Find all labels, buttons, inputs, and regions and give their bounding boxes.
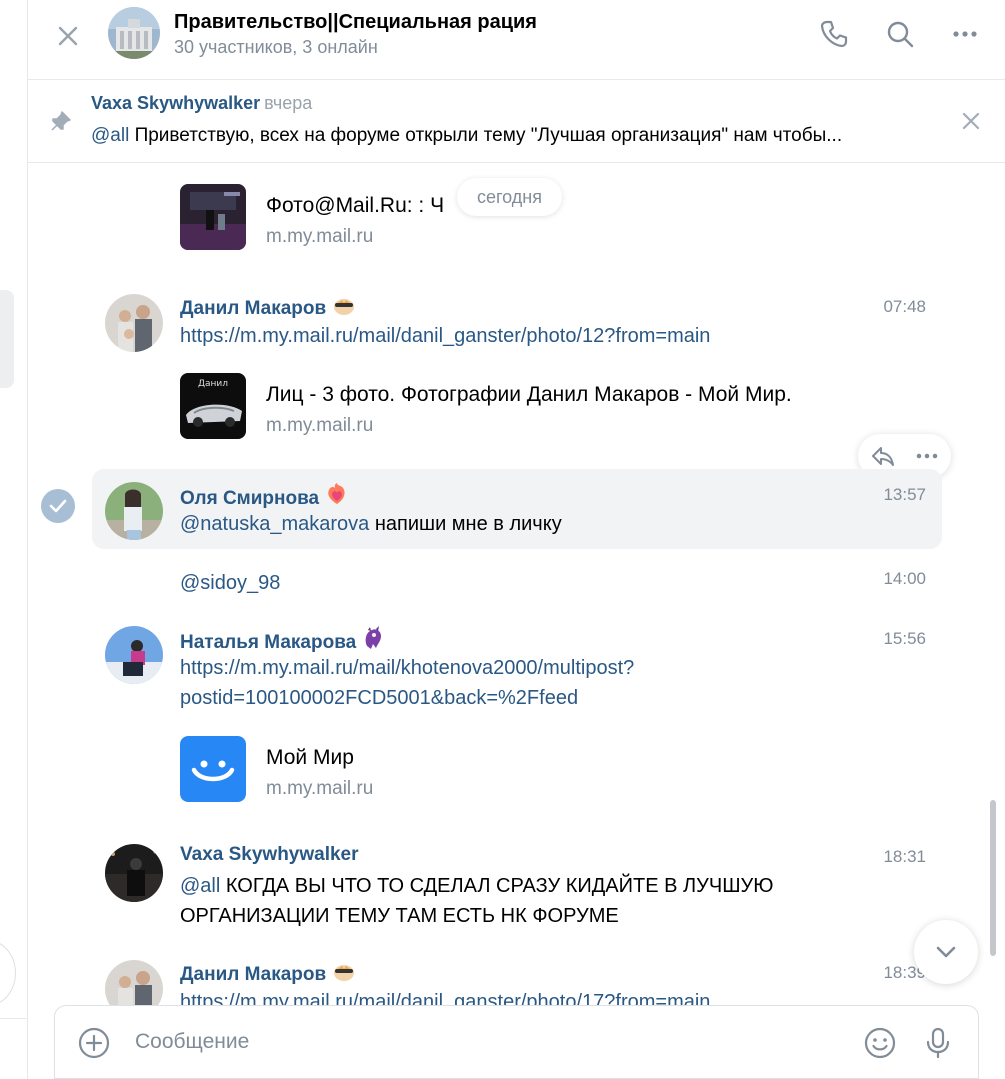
message-link[interactable]: https://m.my.mail.ru/mail/danil_ganster/… <box>180 987 710 1006</box>
pinned-message[interactable]: Vaxa Skywhywalker вчера @all Приветствую,… <box>28 81 1005 163</box>
message-author[interactable]: Данил Макаров <box>180 294 356 322</box>
avatar[interactable] <box>105 844 163 902</box>
pinned-body: Приветствую, всех на форуме открыли тему… <box>129 125 843 146</box>
left-panel-tab[interactable] <box>0 290 14 388</box>
message-body: КОГДА ВЫ ЧТО ТО СДЕЛАЛ СРАЗУ КИДАЙТЕ В Л… <box>220 875 774 897</box>
chat-avatar[interactable] <box>108 7 160 59</box>
message-text: @all КОГДА ВЫ ЧТО ТО СДЕЛАЛ СРАЗУ КИДАЙТ… <box>180 871 773 931</box>
link-line[interactable]: postid=100100002FCD5001&back=%2Ffeed <box>180 683 634 713</box>
left-panel-edge <box>0 0 28 1079</box>
message-time: 14:00 <box>883 569 926 588</box>
message-time: 18:31 <box>883 847 926 866</box>
scrollbar[interactable] <box>990 800 996 956</box>
author-name[interactable]: Данил Макаров <box>180 298 326 319</box>
date-divider: сегодня <box>457 178 562 216</box>
heart-fire-emoji-icon <box>325 482 349 512</box>
link-preview-domain: m.my.mail.ru <box>266 778 374 799</box>
more-icon[interactable] <box>949 18 981 50</box>
message-time: 07:48 <box>883 297 926 316</box>
message-time: 15:56 <box>883 629 926 648</box>
message-author[interactable]: Оля Смирнова <box>180 482 349 512</box>
chat-window: Правительство||Специальная рация 30 учас… <box>28 0 1005 1079</box>
link-preview-title: Лиц - 3 фото. Фотографии Данил Макаров -… <box>266 383 792 406</box>
chat-title[interactable]: Правительство||Специальная рация <box>174 11 537 34</box>
scroll-down-button[interactable] <box>914 920 978 984</box>
message-line: @all КОГДА ВЫ ЧТО ТО СДЕЛАЛ СРАЗУ КИДАЙТ… <box>180 871 773 901</box>
message-line: ОРГАНИЗАЦИИ ТЕМУ ТАМ ЕСТЬ НК ФОРУМЕ <box>180 905 619 927</box>
message-author[interactable]: Наталья Макарова <box>180 626 384 656</box>
message-input[interactable]: Сообщение <box>135 1030 249 1054</box>
avatar[interactable] <box>105 960 163 1006</box>
chevron-down-icon <box>936 946 956 958</box>
message-composer: Сообщение <box>54 1005 979 1079</box>
mention[interactable]: @all <box>180 875 220 897</box>
mention[interactable]: @all <box>91 125 129 146</box>
message-text: @natuska_makarova напиши мне в личку <box>180 509 562 539</box>
mention[interactable]: @sidoy_98 <box>180 568 280 598</box>
pin-icon <box>50 110 72 137</box>
author-name[interactable]: Оля Смирнова <box>180 488 319 509</box>
left-panel-button[interactable] <box>0 940 16 1006</box>
cool-face-emoji-icon <box>332 960 356 988</box>
chat-header: Правительство||Специальная рация 30 учас… <box>28 0 1005 80</box>
author-name[interactable]: Данил Макаров <box>180 964 326 985</box>
close-icon[interactable] <box>960 110 982 132</box>
divider <box>0 1018 28 1019</box>
link-line[interactable]: https://m.my.mail.ru/mail/khotenova2000/… <box>180 653 634 683</box>
message-author[interactable]: Vaxa Skywhywalker <box>180 844 359 866</box>
link-preview-thumbnail <box>180 736 246 802</box>
message-author[interactable]: Данил Макаров <box>180 960 356 988</box>
author-name[interactable]: Наталья Макарова <box>180 632 356 653</box>
pinned-text: @all Приветствую, всех на форуме открыли… <box>91 125 947 147</box>
check-icon[interactable] <box>41 489 75 523</box>
smile-icon[interactable] <box>863 1026 897 1060</box>
message-feed: Фото@Mail.Ru: : Ч m.my.mail.ru сегодня Д… <box>28 164 1005 1006</box>
phone-icon[interactable] <box>818 18 850 50</box>
message-link[interactable]: https://m.my.mail.ru/mail/danil_ganster/… <box>180 321 710 351</box>
message-link[interactable]: https://m.my.mail.ru/mail/khotenova2000/… <box>180 653 634 713</box>
pinned-author-name: Vaxa Skywhywalker <box>91 93 261 113</box>
avatar[interactable] <box>105 626 163 684</box>
mention[interactable]: @natuska_makarova <box>180 513 369 535</box>
plus-circle-icon[interactable] <box>77 1026 111 1060</box>
search-icon[interactable] <box>884 18 916 50</box>
pinned-author: Vaxa Skywhywalker вчера <box>91 93 312 114</box>
avatar[interactable] <box>105 482 163 540</box>
link-preview-domain: m.my.mail.ru <box>266 226 374 247</box>
message-body: напиши мне в личку <box>369 513 562 535</box>
link-preview-title: Фото@Mail.Ru: : Ч <box>266 194 445 217</box>
avatar[interactable] <box>105 294 163 352</box>
link-preview-title: Мой Мир <box>266 746 354 769</box>
pinned-date: вчера <box>264 93 313 113</box>
cool-face-emoji-icon <box>332 294 356 322</box>
purple-creature-emoji-icon <box>362 626 384 656</box>
link-preview-thumbnail: Данил <box>180 373 246 439</box>
chat-members-status[interactable]: 30 участников, 3 онлайн <box>174 37 378 58</box>
link-preview-thumbnail <box>180 184 246 250</box>
message-time: 13:57 <box>883 485 926 504</box>
thumbnail-caption: Данил <box>198 379 228 389</box>
close-icon[interactable] <box>54 22 82 50</box>
link-preview-domain: m.my.mail.ru <box>266 415 374 436</box>
microphone-icon[interactable] <box>921 1026 955 1060</box>
